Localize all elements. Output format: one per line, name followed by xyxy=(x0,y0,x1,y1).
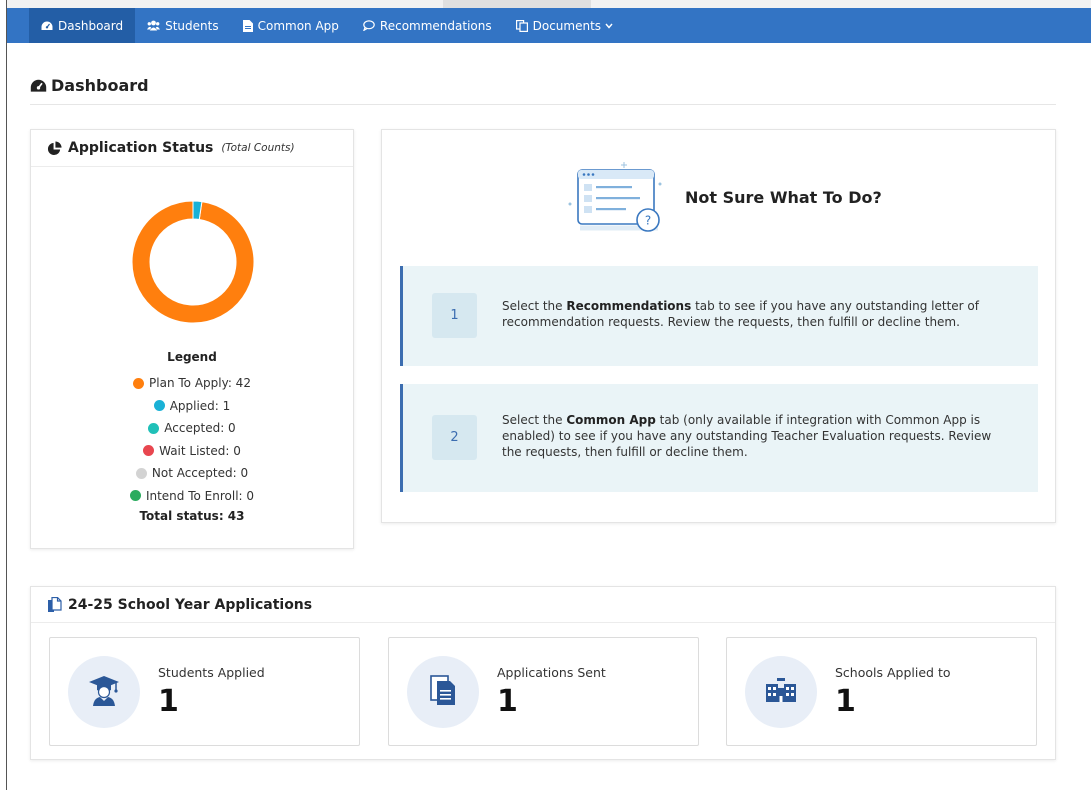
stat-students-applied: Students Applied 1 xyxy=(49,637,360,746)
legend-item-plan-to-apply: Plan To Apply: 42 xyxy=(31,372,353,395)
applications-title: 24-25 School Year Applications xyxy=(68,596,313,613)
instruction-step: 1 Select the Recommendations tab to see … xyxy=(400,266,1038,366)
nav-dashboard[interactable]: Dashboard xyxy=(29,8,136,43)
svg-text:?: ? xyxy=(645,214,651,228)
nav-documents-label: Documents xyxy=(532,18,602,33)
legend-swatch xyxy=(148,422,160,434)
legend-label: Plan To Apply: 42 xyxy=(149,376,251,391)
legend-swatch xyxy=(133,377,145,389)
legend-item-intend-to-enroll: Intend To Enroll: 0 xyxy=(31,485,353,508)
chart-legend: Legend Plan To Apply: 42 Applied: 1 Acce… xyxy=(31,350,353,523)
stat-icon-circle xyxy=(407,656,479,728)
application-status-header: Application Status (Total Counts) xyxy=(31,130,353,167)
tachometer-icon xyxy=(41,21,53,31)
step-number: 2 xyxy=(432,415,477,460)
school-icon xyxy=(764,676,798,708)
step-number: 1 xyxy=(432,293,477,338)
stat-label: Students Applied xyxy=(158,665,265,680)
tachometer-icon xyxy=(30,79,47,93)
legend-label: Applied: 1 xyxy=(169,398,231,413)
stat-applications-sent: Applications Sent 1 xyxy=(388,637,699,746)
legend-item-accepted: Accepted: 0 xyxy=(31,417,353,440)
step-text-tab-name: Recommendations xyxy=(566,299,692,313)
legend-label: Not Accepted: 0 xyxy=(151,466,249,481)
help-illustration-icon: ? xyxy=(562,158,668,242)
school-year-applications-card: 24-25 School Year Applications Students … xyxy=(30,586,1056,760)
stat-label: Applications Sent xyxy=(497,665,606,680)
instruction-step: 2 Select the Common App tab (only availa… xyxy=(400,384,1038,492)
legend-title: Legend xyxy=(167,350,217,364)
graduate-icon xyxy=(87,673,121,711)
help-heading: Not Sure What To Do? xyxy=(685,188,882,207)
legend-label: Wait Listed: 0 xyxy=(159,443,241,458)
nav-students[interactable]: Students xyxy=(135,8,231,43)
stat-icon-circle xyxy=(68,656,140,728)
legend-total: Total status: 43 xyxy=(139,509,245,523)
legend-item-not-accepted: Not Accepted: 0 xyxy=(31,462,353,485)
nav-recommendations[interactable]: Recommendations xyxy=(351,8,504,43)
file-icon xyxy=(242,19,253,32)
legend-item-wait-listed: Wait Listed: 0 xyxy=(31,440,353,463)
tab-highlight xyxy=(443,0,591,8)
legend-swatch xyxy=(153,400,165,412)
legend-label: Accepted: 0 xyxy=(164,421,236,436)
copy-icon xyxy=(47,596,62,613)
nav-common-app-label: Common App xyxy=(257,18,339,33)
legend-label: Intend To Enroll: 0 xyxy=(145,488,255,503)
stat-value: 1 xyxy=(497,684,518,719)
title-divider xyxy=(30,104,1056,105)
application-status-donut-chart xyxy=(131,200,255,324)
nav-recommendations-label: Recommendations xyxy=(379,18,492,33)
stat-icon-circle xyxy=(745,656,817,728)
nav-common-app[interactable]: Common App xyxy=(231,8,351,43)
help-card: ? Not Sure What To Do? 1 Select the Reco… xyxy=(381,129,1056,523)
nav-documents[interactable]: Documents xyxy=(504,8,625,43)
step-text: Select the Recommendations tab to see if… xyxy=(502,298,1012,330)
legend-swatch xyxy=(143,445,155,457)
application-status-card: Application Status (Total Counts) Legend… xyxy=(30,129,354,549)
step-text-pre: Select the xyxy=(502,299,567,313)
legend-item-applied: Applied: 1 xyxy=(31,395,353,418)
users-icon xyxy=(147,20,161,31)
stat-value: 1 xyxy=(158,684,179,719)
nav-dashboard-label: Dashboard xyxy=(58,18,124,33)
nav-students-label: Students xyxy=(165,18,219,33)
application-status-title: Application Status xyxy=(68,140,214,156)
page-title: Dashboard xyxy=(30,76,149,95)
step-text: Select the Common App tab (only availabl… xyxy=(502,412,1012,460)
stat-label: Schools Applied to xyxy=(835,665,951,680)
pie-chart-icon xyxy=(47,140,62,156)
documents-icon xyxy=(428,673,458,711)
legend-swatch xyxy=(129,490,141,502)
stat-schools-applied: Schools Applied to 1 xyxy=(726,637,1037,746)
application-status-subtitle: (Total Counts) xyxy=(221,142,295,154)
page-title-text: Dashboard xyxy=(51,76,149,95)
copy-icon xyxy=(515,19,528,32)
stat-value: 1 xyxy=(835,684,856,719)
legend-swatch xyxy=(135,467,147,479)
chevron-down-icon xyxy=(605,23,613,29)
window-edge xyxy=(6,0,7,790)
comment-icon xyxy=(363,20,375,31)
top-navbar: Dashboard Students Common App Recommenda… xyxy=(7,8,1091,43)
step-text-tab-name: Common App xyxy=(566,413,656,427)
browser-top-strip xyxy=(7,0,1091,8)
step-text-pre: Select the xyxy=(502,413,567,427)
applications-header: 24-25 School Year Applications xyxy=(31,587,1055,623)
